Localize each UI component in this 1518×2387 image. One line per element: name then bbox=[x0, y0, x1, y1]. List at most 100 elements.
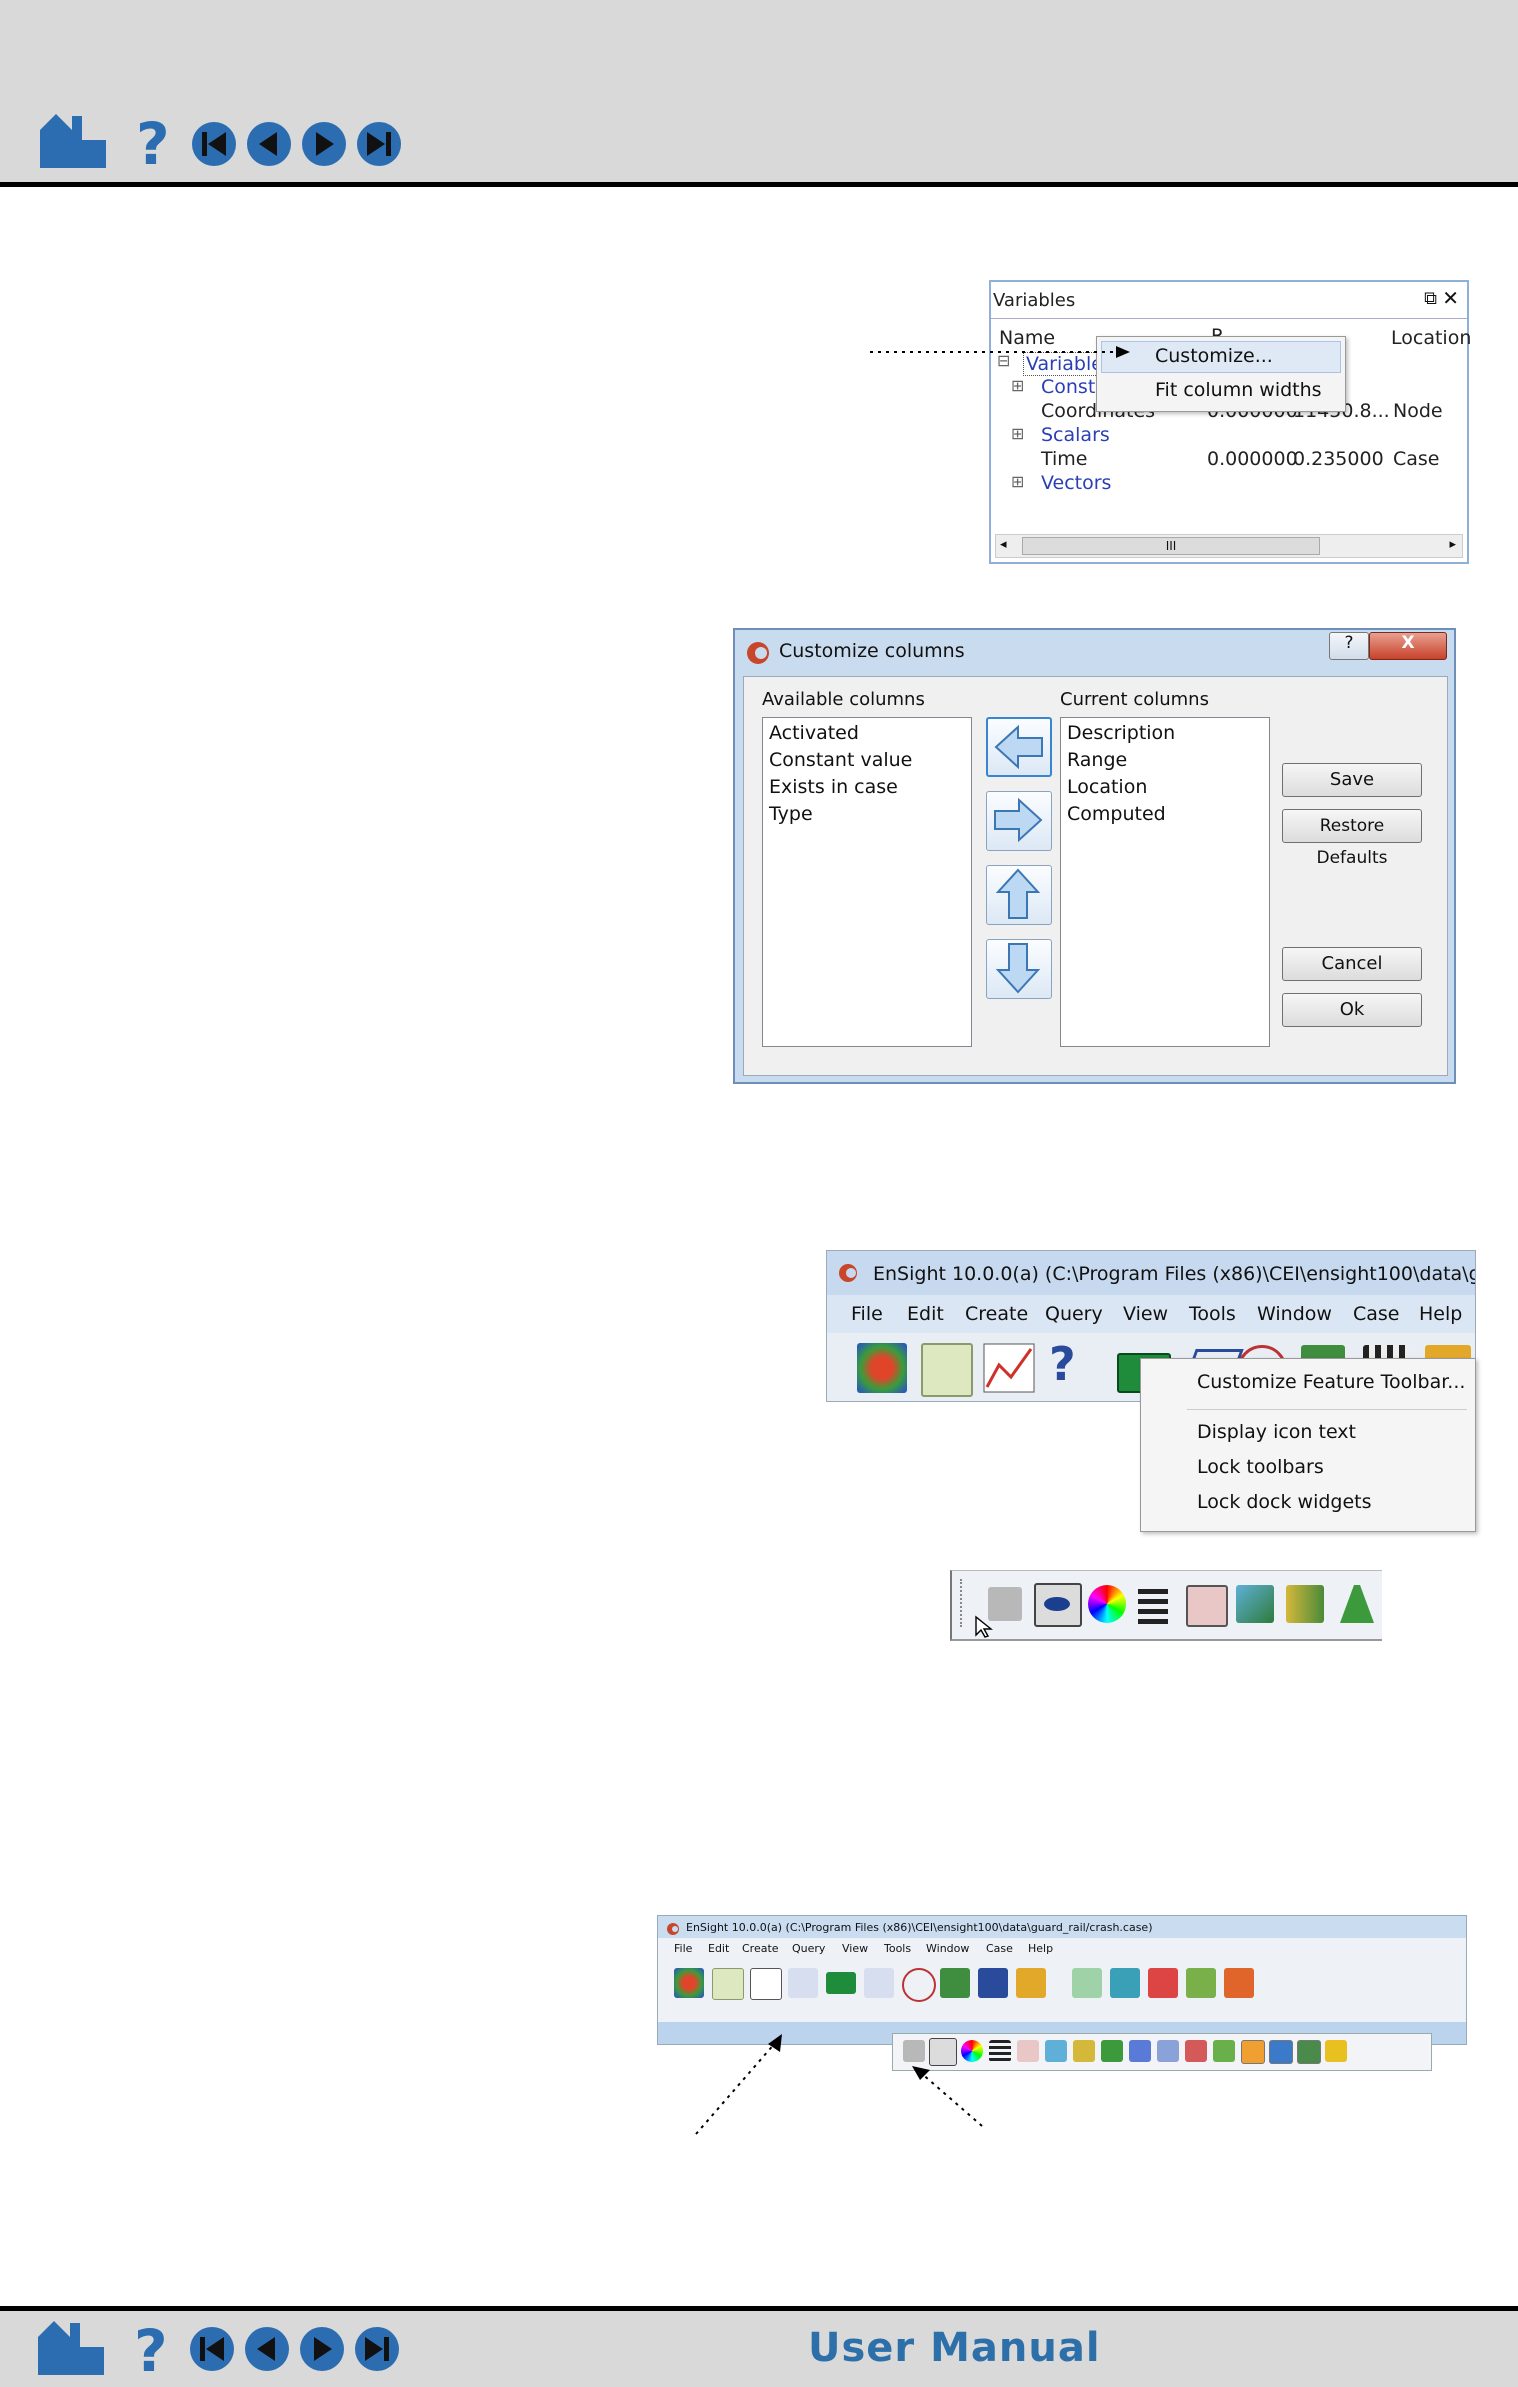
node-icon[interactable] bbox=[1129, 2040, 1151, 2062]
last-page-icon[interactable] bbox=[353, 2325, 403, 2375]
plot-icon[interactable] bbox=[750, 1968, 782, 2000]
menu-item-fit-column-widths[interactable]: Fit column widths bbox=[1155, 379, 1322, 401]
animation-icon[interactable] bbox=[978, 1968, 1008, 1998]
menu-item-lock-toolbars[interactable]: Lock toolbars bbox=[1197, 1456, 1324, 1478]
scroll-thumb[interactable]: III bbox=[1022, 537, 1320, 555]
cancel-button[interactable]: Cancel bbox=[1282, 947, 1422, 981]
close-button[interactable]: X bbox=[1369, 632, 1447, 660]
tree-item-time[interactable]: Time bbox=[1041, 448, 1088, 470]
tool-icon[interactable] bbox=[1213, 2040, 1235, 2062]
plot-icon[interactable] bbox=[983, 1343, 1035, 1393]
eye-icon[interactable] bbox=[929, 2038, 957, 2066]
particle-trace-icon[interactable] bbox=[1073, 2040, 1095, 2062]
menu-edit[interactable]: Edit bbox=[907, 1303, 944, 1325]
query-icon[interactable] bbox=[788, 1968, 818, 1998]
sphere-icon[interactable] bbox=[1241, 2040, 1265, 2064]
prev-page-icon[interactable] bbox=[245, 120, 295, 170]
menu-file[interactable]: File bbox=[851, 1303, 883, 1325]
menu-tools[interactable]: Tools bbox=[1189, 1303, 1236, 1325]
toolbox-icon[interactable] bbox=[1016, 1968, 1046, 1998]
color-palette-icon[interactable] bbox=[1088, 1585, 1126, 1623]
road-icon[interactable] bbox=[1101, 2040, 1123, 2062]
tree-item-scalars[interactable]: Scalars bbox=[1041, 424, 1110, 446]
list-item[interactable]: Description bbox=[1067, 722, 1175, 744]
restore-defaults-button[interactable]: Restore Defaults bbox=[1282, 809, 1422, 868]
menu-item-display-icon-text[interactable]: Display icon text bbox=[1197, 1421, 1356, 1443]
help-icon[interactable]: ? bbox=[132, 112, 172, 170]
menu-help[interactable]: Help bbox=[1419, 1303, 1462, 1325]
help-button[interactable]: ? bbox=[1329, 632, 1369, 660]
toolbar-grip[interactable] bbox=[960, 1579, 966, 1627]
book-icon[interactable] bbox=[940, 1968, 970, 1998]
next-page-icon[interactable] bbox=[298, 2325, 348, 2375]
probe-icon[interactable] bbox=[1185, 2040, 1207, 2062]
menu-create[interactable]: Create bbox=[965, 1303, 1028, 1325]
cube-icon[interactable] bbox=[1236, 1585, 1274, 1623]
move-down-button[interactable] bbox=[986, 939, 1052, 999]
move-left-button[interactable] bbox=[986, 717, 1052, 777]
menu-query[interactable]: Query bbox=[792, 1942, 825, 1955]
list-item[interactable]: Activated bbox=[769, 722, 859, 744]
current-columns-list[interactable]: Description Range Location Computed bbox=[1060, 717, 1270, 1047]
first-page-icon[interactable] bbox=[188, 2325, 238, 2375]
legend-list-icon[interactable] bbox=[989, 2040, 1011, 2062]
clock-icon[interactable] bbox=[902, 1968, 936, 2002]
home-icon[interactable] bbox=[36, 2319, 106, 2377]
expand-icon[interactable]: ⊞ bbox=[1011, 472, 1024, 491]
home-icon[interactable] bbox=[38, 112, 108, 170]
list-item[interactable]: Constant value bbox=[769, 749, 912, 771]
menu-window[interactable]: Window bbox=[1257, 1303, 1332, 1325]
ok-button[interactable]: Ok bbox=[1282, 993, 1422, 1027]
last-page-icon[interactable] bbox=[355, 120, 405, 170]
move-right-button[interactable] bbox=[986, 791, 1052, 851]
tree-item-vectors[interactable]: Vectors bbox=[1041, 472, 1111, 494]
box-icon[interactable] bbox=[1269, 2040, 1293, 2064]
lightning-icon[interactable] bbox=[1325, 2040, 1347, 2062]
prev-page-icon[interactable] bbox=[243, 2325, 293, 2375]
move-up-button[interactable] bbox=[986, 865, 1052, 925]
cylinder-icon[interactable] bbox=[1297, 2040, 1321, 2064]
list-item[interactable]: Exists in case bbox=[769, 776, 898, 798]
save-button[interactable]: Save bbox=[1282, 763, 1422, 797]
menu-view[interactable]: View bbox=[842, 1942, 868, 1955]
expand-icon[interactable]: ⊞ bbox=[1011, 376, 1024, 395]
menu-window[interactable]: Window bbox=[926, 1942, 969, 1955]
cube-icon[interactable] bbox=[1045, 2040, 1067, 2062]
parts-icon[interactable] bbox=[674, 1968, 704, 1998]
elevated-surface-icon[interactable] bbox=[1224, 1968, 1254, 1998]
eye-icon[interactable] bbox=[1034, 1583, 1082, 1627]
clip-icon[interactable] bbox=[1148, 1968, 1178, 1998]
parts-icon[interactable] bbox=[857, 1343, 907, 1393]
road-icon[interactable] bbox=[1336, 1583, 1376, 1625]
view-icon[interactable] bbox=[1186, 1585, 1228, 1627]
menu-tools[interactable]: Tools bbox=[884, 1942, 911, 1955]
view-icon[interactable] bbox=[1017, 2040, 1039, 2062]
horizontal-scrollbar[interactable]: ◂ III ▸ bbox=[995, 534, 1463, 558]
menu-query[interactable]: Query bbox=[1045, 1303, 1103, 1325]
available-columns-list[interactable]: Activated Constant value Exists in case … bbox=[762, 717, 972, 1047]
query-icon[interactable]: ? bbox=[1049, 1337, 1076, 1391]
expand-icon[interactable]: ⊞ bbox=[1011, 424, 1024, 443]
first-page-icon[interactable] bbox=[190, 120, 240, 170]
menu-edit[interactable]: Edit bbox=[708, 1942, 729, 1955]
list-item[interactable]: Type bbox=[769, 803, 813, 825]
menu-case[interactable]: Case bbox=[986, 1942, 1013, 1955]
menu-help[interactable]: Help bbox=[1028, 1942, 1053, 1955]
menu-file[interactable]: File bbox=[674, 1942, 692, 1955]
menu-item-lock-dock-widgets[interactable]: Lock dock widgets bbox=[1197, 1491, 1372, 1513]
help-icon[interactable]: ? bbox=[130, 2319, 170, 2377]
menu-item-customize-feature-toolbar[interactable]: Customize Feature Toolbar... bbox=[1197, 1371, 1465, 1393]
menu-create[interactable]: Create bbox=[742, 1942, 779, 1955]
menu-case[interactable]: Case bbox=[1353, 1303, 1400, 1325]
calculator-icon[interactable] bbox=[712, 1968, 744, 2000]
list-item[interactable]: Range bbox=[1067, 749, 1127, 771]
annotation-icon[interactable] bbox=[864, 1968, 894, 1998]
calculator-icon[interactable] bbox=[921, 1343, 973, 1397]
close-icon[interactable]: ✕ bbox=[1442, 286, 1459, 310]
column-header-location[interactable]: Location bbox=[1391, 327, 1471, 349]
menu-view[interactable]: View bbox=[1123, 1303, 1168, 1325]
next-page-icon[interactable] bbox=[300, 120, 350, 170]
viewport-icon[interactable] bbox=[826, 1972, 856, 1994]
menu-item-customize[interactable]: Customize... bbox=[1155, 345, 1273, 367]
list-item[interactable]: Location bbox=[1067, 776, 1147, 798]
